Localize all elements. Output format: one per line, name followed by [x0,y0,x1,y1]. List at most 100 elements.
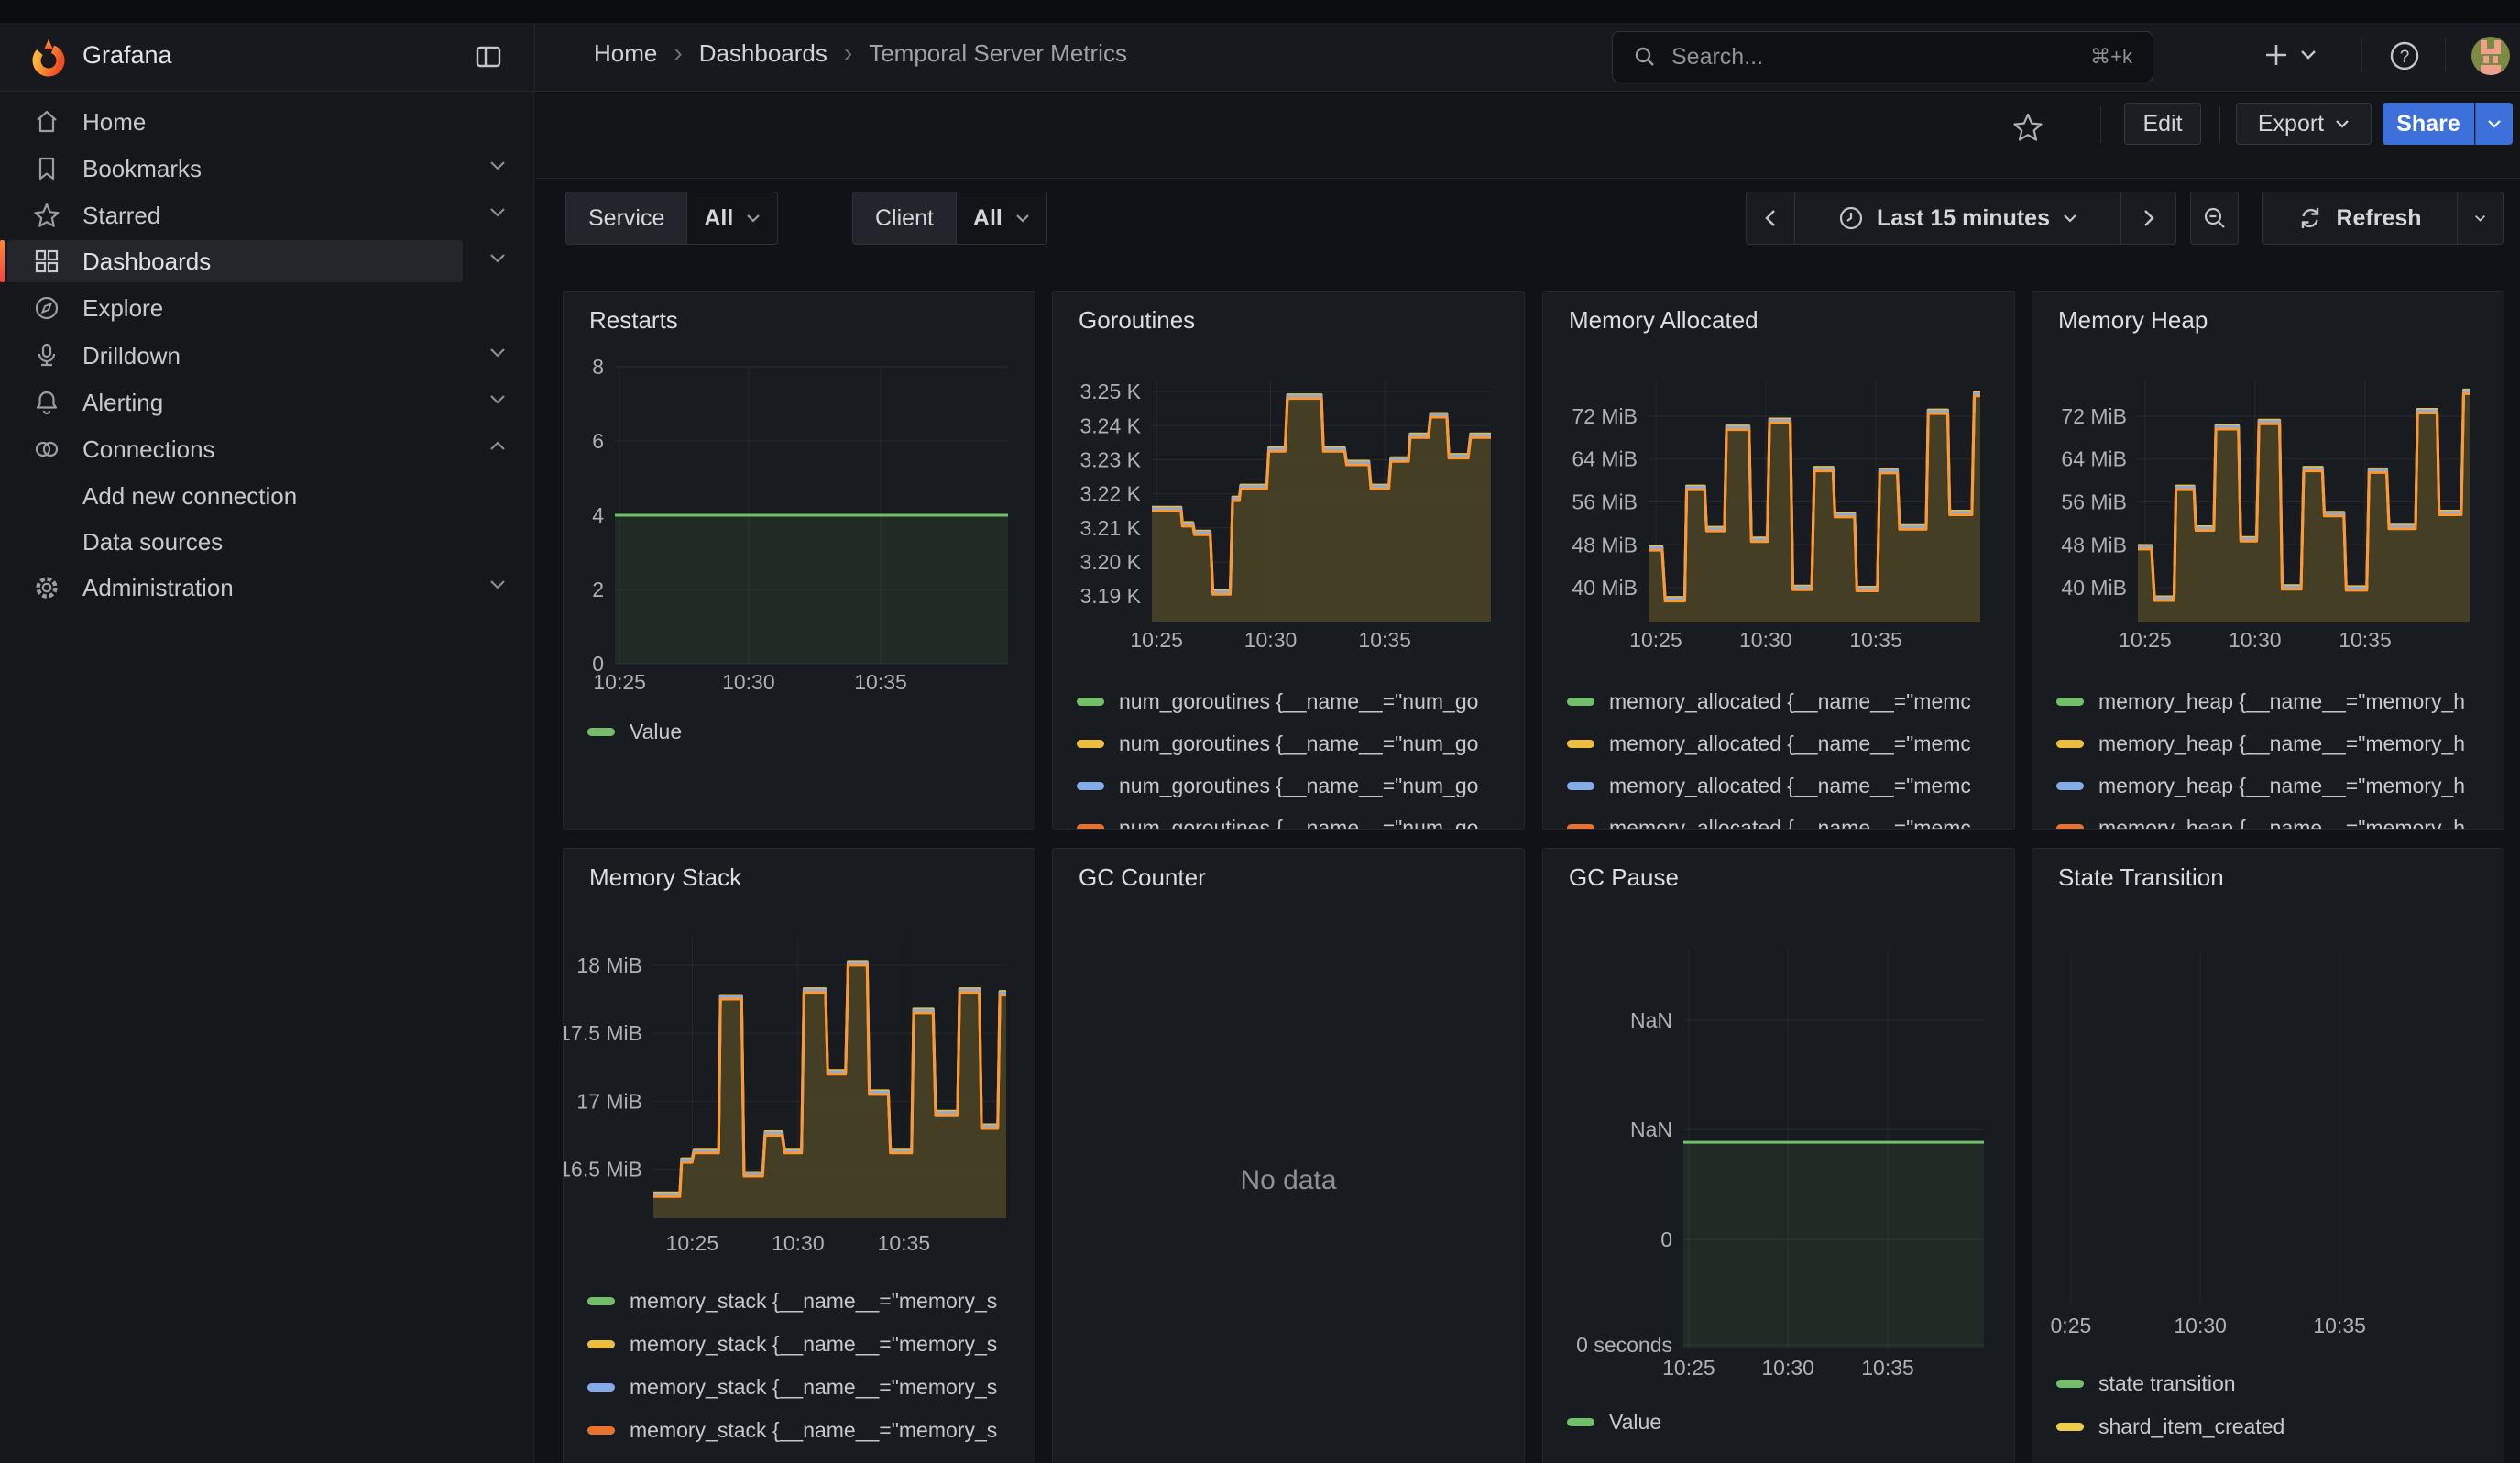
panel-legend: Value [587,713,1027,750]
grafana-logo-icon[interactable] [29,38,68,77]
panel-title[interactable]: GC Counter [1079,864,1206,892]
window-top-strip [0,0,2520,23]
share-button[interactable]: Share [2383,103,2474,145]
breadcrumb-home[interactable]: Home [594,39,657,68]
legend-label: memory_stack {__name__="memory_s [630,1375,997,1400]
clock-icon [1838,205,1864,231]
chevron-down-icon [2487,119,2502,129]
search-input[interactable]: Search... ⌘+k [1612,31,2153,82]
panel-restarts[interactable]: 10:2510:3010:3586420 Restarts Value [563,291,1035,830]
svg-text:40 MiB: 40 MiB [1572,576,1638,600]
sidebar-item-drilldown[interactable]: Drilldown [0,335,534,377]
legend-item[interactable]: state transition [2056,1362,2496,1405]
service-filter-value[interactable]: All [686,192,777,244]
gc-pause-chart[interactable]: 10:2510:3010:35NaNNaN00 seconds [1543,849,2014,1463]
legend-item[interactable]: memory_heap {__name__="memory_h [2056,722,2496,764]
sidebar-item-starred[interactable]: Starred [0,194,534,236]
series-swatch-icon [1567,1418,1594,1426]
sidebar-item-bookmarks[interactable]: Bookmarks [0,148,534,190]
share-dropdown-button[interactable] [2475,103,2513,145]
panel-memory-heap[interactable]: 10:2510:3010:3572 MiB64 MiB56 MiB48 MiB4… [2032,291,2504,830]
legend-item[interactable]: memory_allocated {__name__="memc [1567,722,2007,764]
panel-title[interactable]: Memory Allocated [1569,306,1759,335]
sidebar-item-label: Connections [82,435,215,464]
sidebar-item-alerting[interactable]: Alerting [0,381,534,424]
svg-text:10:30: 10:30 [1244,628,1298,652]
legend-item[interactable]: memory_heap {__name__="memory_h [2056,807,2496,830]
sidebar-item-dashboards[interactable]: Dashboards [0,240,534,282]
time-shift-forward-button[interactable] [2120,192,2175,244]
svg-text:10:25: 10:25 [1130,628,1183,652]
panel-gc-counter[interactable]: GC Counter No data [1052,848,1525,1463]
refresh-button[interactable]: Refresh [2263,192,2457,244]
avatar[interactable] [2471,37,2510,75]
help-icon[interactable]: ? [2388,39,2421,72]
panel-title[interactable]: Memory Heap [2058,306,2208,335]
panel-memory-allocated[interactable]: 10:2510:3010:3572 MiB64 MiB56 MiB48 MiB4… [1542,291,2015,830]
legend-item[interactable]: Value [587,713,1027,750]
sidebar-item-label: Home [82,108,146,137]
breadcrumb-dashboards[interactable]: Dashboards [699,39,827,68]
svg-text:40 MiB: 40 MiB [2061,576,2127,600]
chevron-right-icon [2142,209,2155,227]
legend-item[interactable]: memory_allocated {__name__="memc [1567,764,2007,807]
service-filter[interactable]: Service All [565,192,778,245]
svg-text:10:25: 10:25 [1629,628,1682,652]
legend-item[interactable]: memory_stack {__name__="memory_s [587,1280,1027,1323]
legend-item[interactable]: num_goroutines {__name__="num_go [1077,807,1517,830]
series-swatch-icon [587,1426,615,1435]
legend-item[interactable]: num_goroutines {__name__="num_go [1077,764,1517,807]
panel-title[interactable]: Restarts [589,306,678,335]
panel-title[interactable]: GC Pause [1569,864,1679,892]
export-button[interactable]: Export [2236,103,2372,145]
navbar-divider [2361,38,2362,72]
svg-text:64 MiB: 64 MiB [2061,447,2127,471]
sidebar-item-data-sources[interactable]: Data sources [0,521,534,563]
legend-item[interactable]: memory_heap {__name__="memory_h [2056,680,2496,722]
panel-memory-stack[interactable]: 10:2510:3010:3518 MiB17.5 MiB17 MiB16.5 … [563,848,1035,1463]
chevron-right-icon: › [844,38,852,68]
time-shift-back-button[interactable] [1747,192,1794,244]
add-new-button[interactable] [2262,40,2317,70]
panel-title[interactable]: State Transition [2058,864,2224,892]
legend-item[interactable]: memory_stack {__name__="memory_s [587,1366,1027,1409]
legend-item[interactable]: num_goroutines {__name__="num_go [1077,680,1517,722]
time-range-controls: Last 15 minutes [1746,192,2176,245]
breadcrumb: Home › Dashboards › Temporal Server Metr… [594,38,1127,68]
favorite-star-button[interactable] [2012,112,2043,143]
sidebar-item-add-new-connection[interactable]: Add new connection [0,475,534,517]
legend-item[interactable]: memory_stack {__name__="memory_s [587,1323,1027,1366]
panel-gc-pause[interactable]: 10:2510:3010:35NaNNaN00 seconds GC Pause… [1542,848,2015,1463]
compass-icon [33,294,60,322]
panel-title[interactable]: Goroutines [1079,306,1195,335]
svg-text:0: 0 [1660,1227,1672,1251]
sidebar-item-home[interactable]: Home [0,101,534,143]
refresh-interval-dropdown[interactable] [2457,192,2503,244]
client-filter[interactable]: Client All [852,192,1047,245]
panel-state-transition[interactable]: 0:2510:3010:35 State Transition state tr… [2032,848,2504,1463]
dock-sidebar-toggle-icon[interactable] [475,43,502,71]
chevron-down-icon [489,579,506,590]
svg-text:16.5 MiB: 16.5 MiB [564,1158,642,1182]
legend-item[interactable]: Value [1567,1403,2007,1440]
chevron-down-icon [2300,50,2317,60]
legend-item[interactable]: memory_heap {__name__="memory_h [2056,764,2496,807]
svg-text:3.25 K: 3.25 K [1080,380,1142,403]
sidebar-item-connections[interactable]: Connections [0,428,534,470]
panel-title[interactable]: Memory Stack [589,864,741,892]
time-range-picker[interactable]: Last 15 minutes [1794,192,2120,244]
search-placeholder: Search... [1671,44,2076,71]
legend-item[interactable]: memory_stack {__name__="memory_s [587,1409,1027,1452]
zoom-out-button[interactable] [2190,192,2239,245]
legend-item[interactable]: memory_allocated {__name__="memc [1567,807,2007,830]
legend-item[interactable]: memory_allocated {__name__="memc [1567,680,2007,722]
panel-goroutines[interactable]: 10:2510:3010:353.25 K3.24 K3.23 K3.22 K3… [1052,291,1525,830]
legend-item[interactable]: shard_item_created [2056,1405,2496,1448]
legend-label: Value [1609,1410,1661,1435]
edit-button[interactable]: Edit [2124,103,2201,145]
sidebar-item-administration[interactable]: Administration [0,566,534,609]
legend-item[interactable]: num_goroutines {__name__="num_go [1077,722,1517,764]
sidebar-item-label: Data sources [82,528,223,556]
client-filter-value[interactable]: All [956,192,1046,244]
sidebar-item-explore[interactable]: Explore [0,287,534,329]
